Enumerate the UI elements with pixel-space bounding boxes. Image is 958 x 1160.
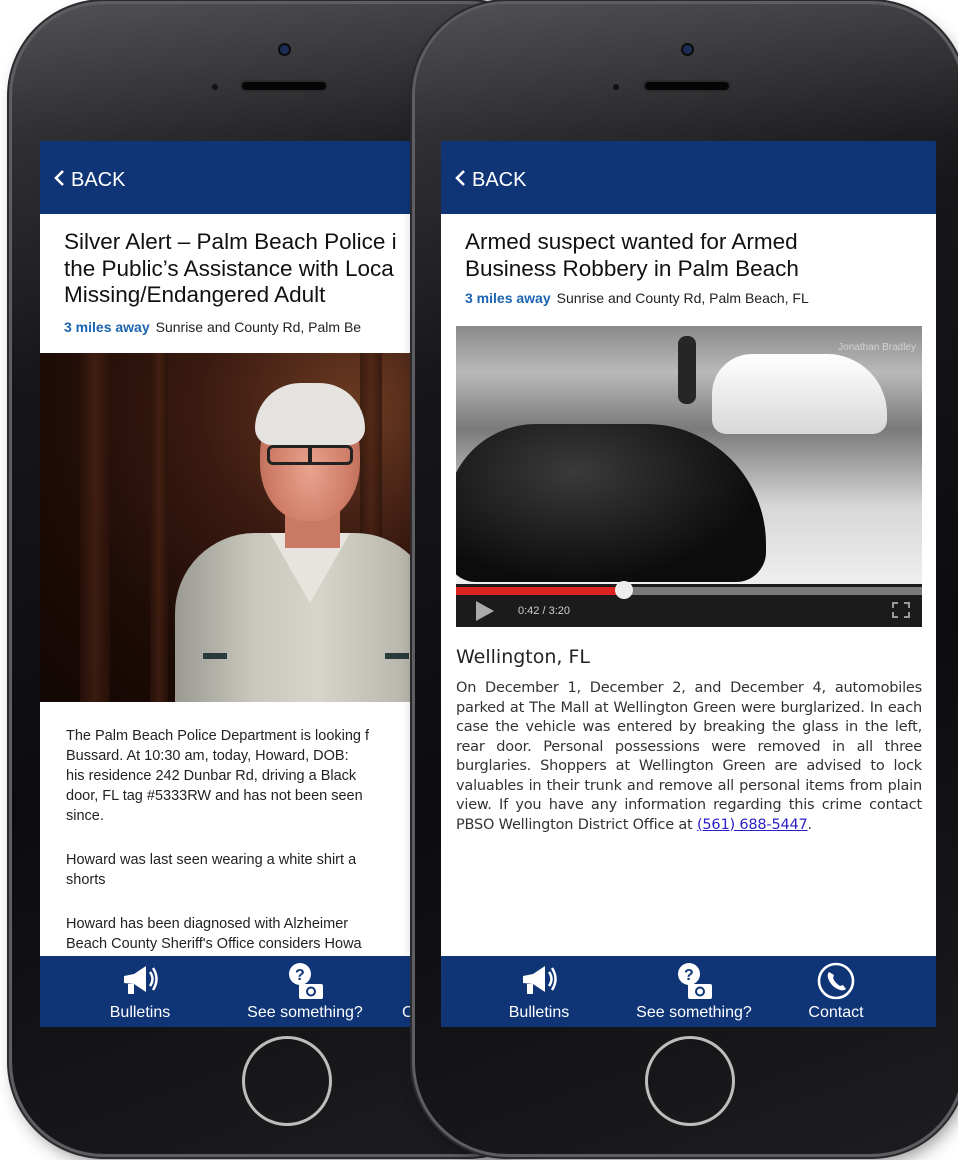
dark-car bbox=[456, 424, 766, 582]
earpiece-speaker bbox=[242, 82, 326, 90]
article-paragraph: Howard was last seen wearing a white shi… bbox=[66, 850, 356, 890]
phone-icon bbox=[816, 962, 856, 1000]
tab-bar: Bulletins ? See something? Contact bbox=[441, 956, 936, 1027]
earpiece-speaker bbox=[645, 82, 729, 90]
article-text-end: . bbox=[807, 816, 813, 833]
back-button[interactable]: BACK bbox=[455, 169, 526, 192]
right-phone: BACK Armed suspect wanted for Armed Busi… bbox=[415, 4, 958, 1154]
video-progress[interactable] bbox=[456, 581, 922, 599]
tab-label: Contact bbox=[808, 1004, 864, 1021]
incident-location: Wellington, FL bbox=[456, 646, 591, 668]
svg-text:?: ? bbox=[295, 967, 305, 984]
tab-see-something[interactable]: ? See something? bbox=[230, 956, 380, 1027]
paragraph-line: shorts bbox=[66, 872, 106, 888]
white-car bbox=[712, 354, 887, 434]
left-screen: BACK Silver Alert – Palm Beach Police i … bbox=[40, 141, 412, 1027]
title-line: Armed suspect wanted for Armed bbox=[465, 229, 798, 254]
title-line: Business Robbery in Palm Beach bbox=[465, 255, 799, 281]
paragraph-line: since. bbox=[66, 808, 104, 824]
tab-label: Bulletins bbox=[109, 1004, 171, 1021]
paragraph-line: his residence 242 Dunbar Rd, driving a B… bbox=[66, 768, 357, 784]
paragraph-line: door, FL tag #5333RW and has not been se… bbox=[66, 788, 363, 804]
tab-label: See something? bbox=[636, 1004, 752, 1021]
progress-handle[interactable] bbox=[614, 581, 633, 599]
progress-fill bbox=[456, 587, 624, 595]
right-screen: BACK Armed suspect wanted for Armed Busi… bbox=[441, 141, 936, 1027]
play-icon[interactable] bbox=[476, 601, 494, 621]
nav-bar: BACK bbox=[40, 141, 412, 214]
phone-link[interactable]: (561) 688-5447 bbox=[697, 817, 808, 833]
paragraph-line: Howard has been diagnosed with Alzheimer bbox=[66, 916, 349, 932]
surveillance-frame: Jonathan Bradley bbox=[456, 326, 922, 584]
person-figure bbox=[175, 383, 412, 702]
svg-text:?: ? bbox=[684, 967, 694, 984]
video-timecode: 0:42 / 3:20 bbox=[518, 605, 570, 617]
proximity-sensor bbox=[212, 84, 218, 90]
tab-bulletins[interactable]: Bulletins bbox=[92, 956, 188, 1027]
article-title: Silver Alert – Palm Beach Police i the P… bbox=[64, 229, 397, 309]
phone-gloss bbox=[415, 4, 958, 134]
chevron-left-icon bbox=[54, 169, 65, 192]
missing-person-photo bbox=[40, 353, 412, 702]
fullscreen-icon[interactable] bbox=[892, 602, 910, 618]
distance-label: 3 miles away bbox=[465, 290, 551, 306]
location-label: Sunrise and County Rd, Palm Beach, FL bbox=[556, 290, 809, 306]
home-button[interactable] bbox=[242, 1036, 332, 1126]
camera-question-icon: ? bbox=[674, 962, 714, 999]
camera-question-icon: ? bbox=[285, 962, 325, 999]
tab-contact[interactable]: Contact bbox=[791, 956, 881, 1027]
article-meta: 3 miles away Sunrise and County Rd, Palm … bbox=[465, 290, 809, 306]
article-content: Armed suspect wanted for Armed Business … bbox=[441, 214, 936, 956]
tab-label: See something? bbox=[247, 1004, 363, 1021]
article-content: Silver Alert – Palm Beach Police i the P… bbox=[40, 214, 412, 956]
title-line: Missing/Endangered Adult bbox=[64, 282, 326, 307]
back-button[interactable]: BACK bbox=[54, 169, 125, 192]
tab-bulletins[interactable]: Bulletins bbox=[491, 956, 587, 1027]
article-body: On December 1, December 2, and December … bbox=[456, 679, 922, 835]
tab-label: C bbox=[402, 1004, 412, 1021]
tab-see-something[interactable]: ? See something? bbox=[619, 956, 769, 1027]
tab-label: Bulletins bbox=[508, 1004, 570, 1021]
megaphone-icon bbox=[519, 962, 559, 998]
article-paragraph: Howard has been diagnosed with Alzheimer… bbox=[66, 914, 362, 954]
video-watermark: Jonathan Bradley bbox=[838, 342, 916, 353]
paragraph-line: The Palm Beach Police Department is look… bbox=[66, 728, 370, 744]
article-title: Armed suspect wanted for Armed Business … bbox=[465, 229, 799, 282]
article-meta: 3 miles away Sunrise and County Rd, Palm … bbox=[64, 319, 361, 335]
megaphone-icon bbox=[120, 962, 160, 998]
distance-label: 3 miles away bbox=[64, 319, 150, 335]
paragraph-line: Beach County Sheriff's Office considers … bbox=[66, 936, 362, 952]
back-label: BACK bbox=[71, 169, 126, 191]
video-player[interactable]: Jonathan Bradley 0:42 / 3:20 bbox=[456, 326, 922, 627]
tab-bar: Bulletins ? See something? C bbox=[40, 956, 412, 1027]
home-button[interactable] bbox=[645, 1036, 735, 1126]
title-line: the Public’s Assistance with Loca bbox=[64, 255, 394, 281]
nav-bar: BACK bbox=[441, 141, 936, 214]
proximity-sensor bbox=[613, 84, 619, 90]
paragraph-line: Bussard. At 10:30 am, today, Howard, DOB… bbox=[66, 748, 349, 764]
back-label: BACK bbox=[472, 169, 527, 191]
front-camera bbox=[683, 45, 692, 54]
front-camera bbox=[280, 45, 289, 54]
tab-contact[interactable]: C bbox=[402, 956, 412, 1027]
suspect-figure bbox=[678, 336, 696, 404]
article-paragraph: The Palm Beach Police Department is look… bbox=[66, 726, 369, 826]
paragraph-line: Howard was last seen wearing a white shi… bbox=[66, 852, 357, 868]
location-label: Sunrise and County Rd, Palm Be bbox=[155, 319, 362, 335]
title-line: Silver Alert – Palm Beach Police i bbox=[64, 229, 397, 254]
chevron-left-icon bbox=[455, 169, 466, 192]
article-text: On December 1, December 2, and December … bbox=[456, 680, 922, 833]
